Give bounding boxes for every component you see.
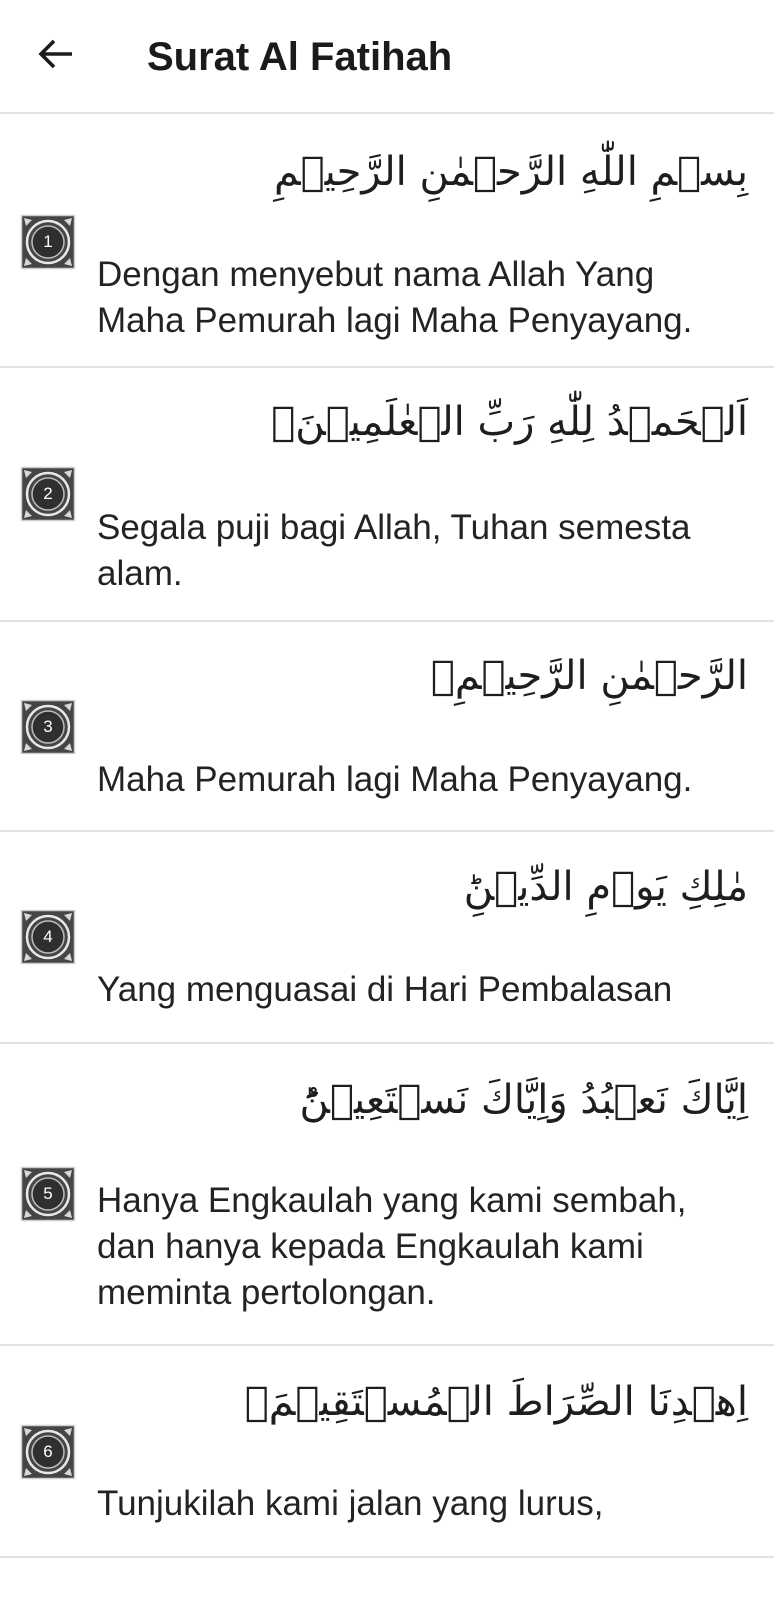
verse-item-5[interactable]: اِيَّاكَ نَعۡبُدُ وَاِيَّاكَ نَسۡتَعِيۡن… (0, 1044, 774, 1346)
arabic-text: اِهۡدِنَا الصِّرَاطَ الۡمُسۡتَقِيۡمَۙ (244, 1379, 748, 1425)
verse-item-1[interactable]: بِسۡمِ اللّٰهِ الرَّحۡمٰنِ الرَّحِيۡمِ 1… (0, 114, 774, 368)
arabic-text: مٰلِكِ يَوۡمِ الدِّيۡنِؕ (463, 864, 748, 910)
page-title: Surat Al Fatihah (147, 35, 453, 79)
arrow-left-icon (38, 39, 72, 69)
verse-number: 1 (43, 232, 53, 251)
verse-number: 3 (43, 717, 53, 736)
verse-number-badge: 3 (20, 699, 76, 755)
verse-item-2[interactable]: اَلۡحَمۡدُ لِلّٰهِ رَبِّ الۡعٰلَمِيۡنَۙ … (0, 368, 774, 622)
verse-number-badge: 5 (20, 1166, 76, 1222)
arabic-text: اِيَّاكَ نَعۡبُدُ وَاِيَّاكَ نَسۡتَعِيۡن… (299, 1077, 748, 1123)
verse-number: 5 (43, 1184, 53, 1203)
app-bar: Surat Al Fatihah (0, 0, 774, 114)
verse-list: بِسۡمِ اللّٰهِ الرَّحۡمٰنِ الرَّحِيۡمِ 1… (0, 114, 774, 1558)
verse-item-4[interactable]: مٰلِكِ يَوۡمِ الدِّيۡنِؕ 4 Yang menguasa… (0, 832, 774, 1044)
translation-text: Hanya Engkaulah yang kami sembah, dan ha… (97, 1181, 687, 1312)
verse-number: 2 (43, 484, 53, 503)
verse-number-badge: 1 (20, 214, 76, 270)
verse-number: 4 (43, 927, 53, 946)
translation-text: Yang menguasai di Hari Pembalasan (97, 970, 673, 1009)
arabic-text: اَلۡحَمۡدُ لِلّٰهِ رَبِّ الۡعٰلَمِيۡنَۙ (271, 399, 748, 445)
translation-text: Tunjukilah kami jalan yang lurus, (97, 1484, 604, 1523)
translation-text: Maha Pemurah lagi Maha Penyayang. (97, 760, 693, 799)
back-button[interactable] (28, 26, 84, 82)
arabic-text: الرَّحۡمٰنِ الرَّحِيۡمِۙ (430, 653, 748, 699)
verse-item-6[interactable]: اِهۡدِنَا الصِّرَاطَ الۡمُسۡتَقِيۡمَۙ 6 … (0, 1346, 774, 1558)
verse-number-badge: 6 (20, 1424, 76, 1480)
verse-number-badge: 2 (20, 466, 76, 522)
translation-text: Dengan menyebut nama Allah Yang Maha Pem… (97, 255, 693, 340)
verse-item-3[interactable]: الرَّحۡمٰنِ الرَّحِيۡمِۙ 3 Maha Pemurah … (0, 622, 774, 832)
translation-text: Segala puji bagi Allah, Tuhan semesta al… (97, 508, 691, 593)
verse-number: 6 (43, 1442, 53, 1461)
arabic-text: بِسۡمِ اللّٰهِ الرَّحۡمٰنِ الرَّحِيۡمِ (273, 149, 748, 195)
verse-number-badge: 4 (20, 909, 76, 965)
